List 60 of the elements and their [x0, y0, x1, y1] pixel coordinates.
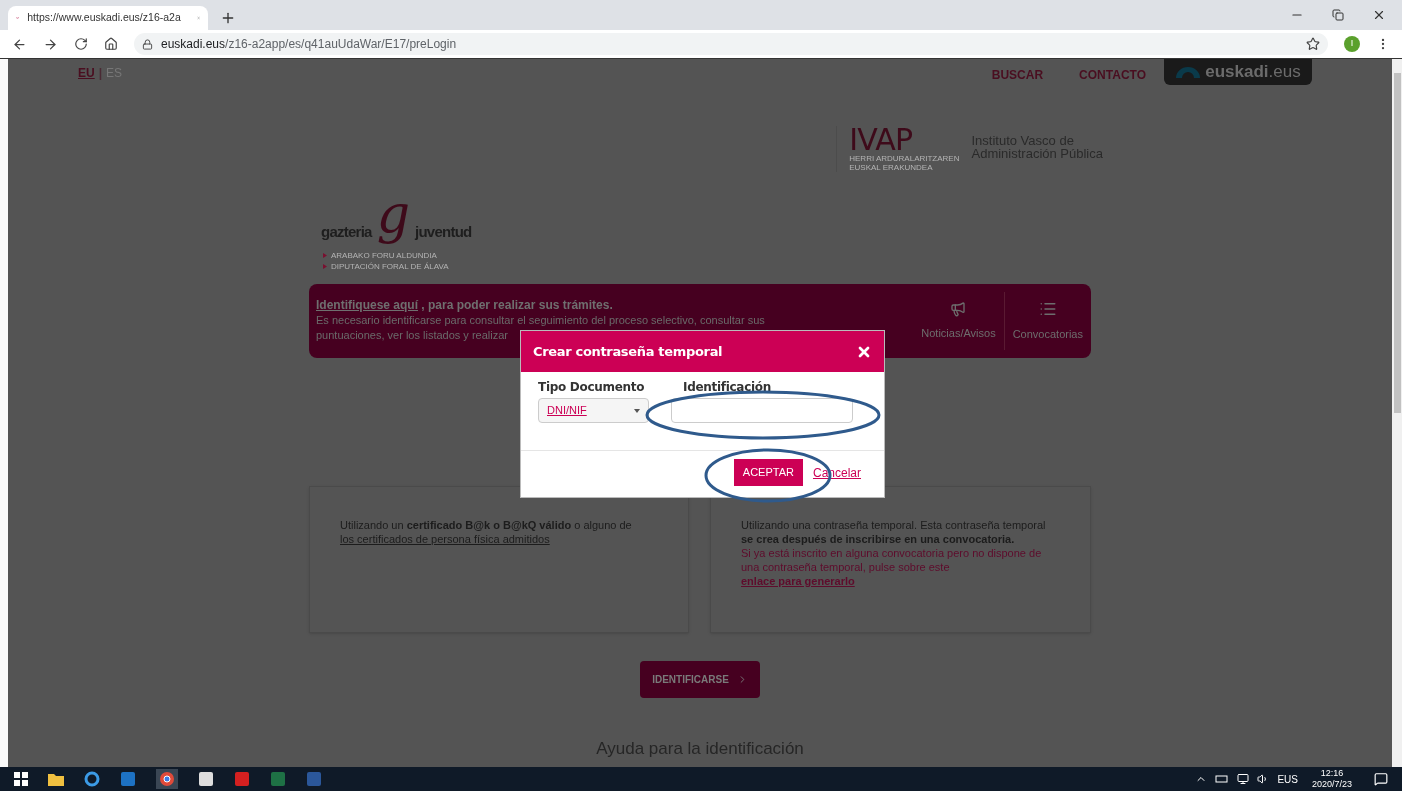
logo-mark: g — [375, 183, 411, 246]
clock-time: 12:16 — [1320, 768, 1344, 779]
reload-icon[interactable] — [74, 37, 88, 51]
logo-subtitle: DIPUTACIÓN FORAL DE ÁLAVA — [331, 261, 449, 272]
home-icon[interactable] — [104, 37, 118, 51]
input-language[interactable]: EUS — [1277, 771, 1298, 787]
identify-button[interactable]: IDENTIFICARSE — [640, 661, 760, 698]
triangle-icon — [323, 264, 327, 269]
pdf-icon[interactable] — [234, 771, 250, 787]
triangle-icon — [323, 253, 327, 258]
arc-icon — [1175, 66, 1202, 78]
document-icon[interactable] — [306, 771, 322, 787]
tab-title: https://www.euskadi.eus/z16-a2a — [27, 10, 181, 26]
chrome-icon[interactable] — [159, 771, 175, 787]
browser-icon[interactable] — [84, 771, 100, 787]
banner-title: Identifiquese aquí , para poder realizar sus trámites. — [316, 298, 613, 313]
dialog-title: Crear contraseña temporal — [533, 342, 723, 361]
url-text: euskadi.eus/z16-a2app/es/q41auUdaWar/E17/preLogin — [161, 36, 457, 53]
ivap-logo: IVAP — [849, 126, 913, 154]
banner-text: puntuaciones, ver los listados y realizar — [316, 328, 508, 343]
banner-action[interactable]: Noticias/Avisos — [913, 284, 1004, 358]
identify-link[interactable]: Identifiquese aquí — [316, 298, 418, 312]
bookmark-star-icon[interactable] — [1306, 37, 1320, 51]
accept-button[interactable]: ACEPTAR — [733, 459, 803, 486]
identification-field[interactable] — [671, 398, 853, 423]
field-label: Tipo Documento — [538, 380, 645, 394]
language-link[interactable]: EU — [78, 64, 95, 82]
card-note: Si ya está inscrito en alguna convocatoria pero no dispone de una contraseña temporal, pulse sobre este enlace para generarlo — [741, 546, 1043, 588]
browser-tab[interactable]: https://www.euskadi.eus/z16-a2a — [8, 6, 208, 30]
back-icon[interactable] — [12, 36, 27, 52]
network-icon[interactable] — [1237, 773, 1250, 785]
euskadi-logo[interactable]: euskadi.eus — [1164, 59, 1312, 85]
banner-action[interactable]: Convocatorias — [1003, 292, 1091, 350]
close-icon[interactable] — [1372, 8, 1386, 22]
notifications-icon[interactable] — [1374, 772, 1388, 786]
ivap-logo-subtitle: HERRI ARDURALARITZAREN — [849, 154, 960, 163]
spreadsheet-icon[interactable] — [270, 771, 286, 787]
generate-link[interactable]: enlace para generarlo — [741, 575, 855, 587]
windows-start-icon[interactable] — [14, 772, 28, 786]
field-label: Identificación — [683, 380, 771, 394]
restore-icon[interactable] — [1332, 9, 1344, 21]
forward-icon[interactable] — [43, 36, 58, 52]
folder-icon[interactable] — [48, 772, 64, 786]
megaphone-icon — [950, 300, 967, 317]
logo-subtitle: ARABAKO FORU ALDUNDIA — [331, 250, 437, 261]
address-bar[interactable]: euskadi.eus/z16-a2app/es/q41auUdaWar/E17/preLogin — [134, 33, 1328, 55]
new-tab-icon[interactable] — [220, 10, 236, 26]
nav-link[interactable]: BUSCAR — [991, 66, 1044, 84]
lock-icon — [142, 38, 153, 50]
mail-app-icon[interactable] — [120, 771, 136, 787]
caret-icon — [634, 408, 640, 413]
document-type-select[interactable]: DNI/NIF — [538, 398, 649, 423]
calculator-icon[interactable] — [198, 771, 214, 787]
language-separator: | — [98, 65, 103, 82]
clock-date: 2020/7/23 — [1311, 779, 1352, 790]
ivap-logo-subtitle: EUSKAL ERAKUNDEA — [849, 163, 934, 172]
battery-icon[interactable] — [1215, 774, 1230, 784]
profile-avatar[interactable]: I — [1344, 36, 1360, 52]
nav-link[interactable]: CONTACTO — [1079, 66, 1146, 84]
banner-text: Es necesario identificarse para consultar el seguimiento del proceso selectivo, consultar sus — [316, 313, 765, 328]
